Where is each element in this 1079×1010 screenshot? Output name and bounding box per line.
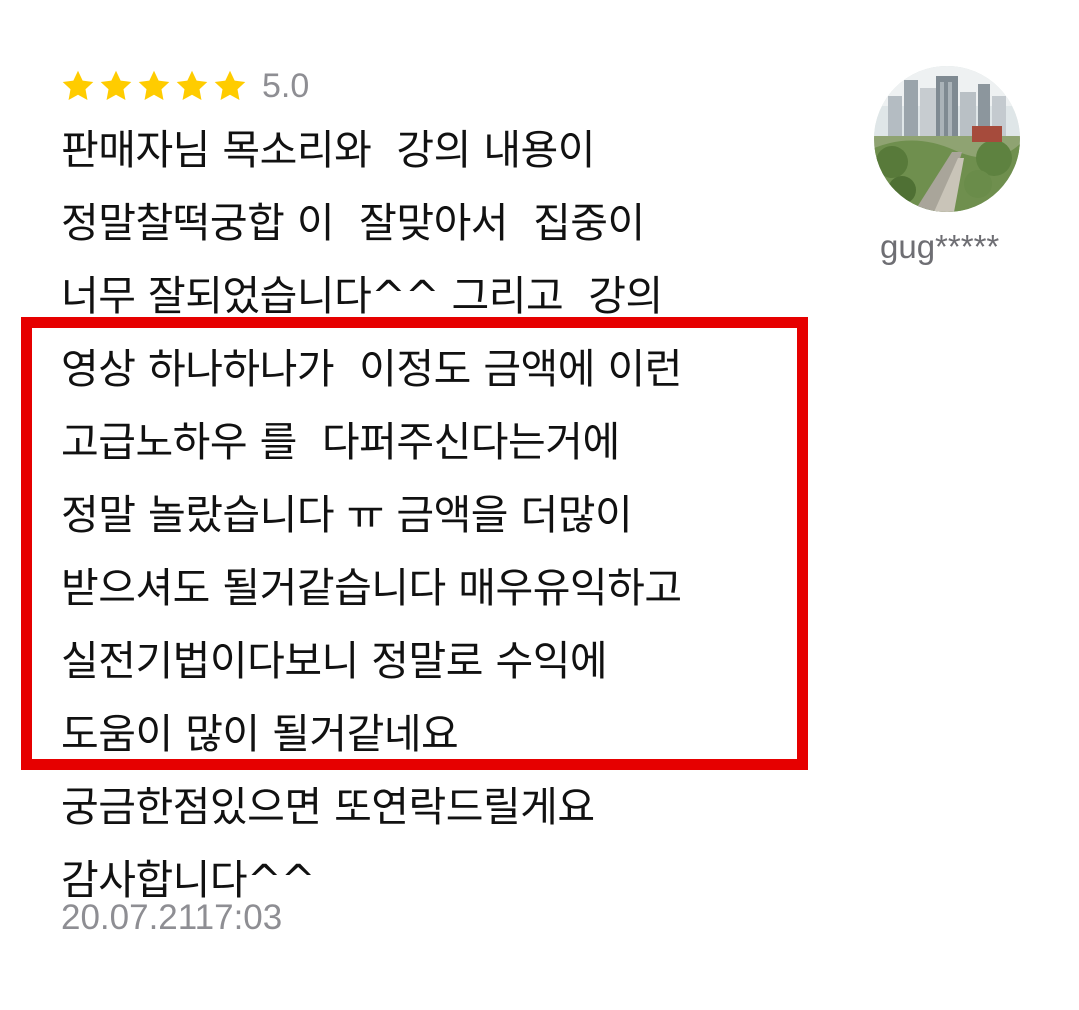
avatar[interactable]: [874, 66, 1020, 212]
star-icon: [100, 70, 132, 100]
review-line: 영상 하나하나가 이정도 금액에 이런: [61, 345, 682, 393]
star-icon: [138, 70, 170, 100]
avatar-cityscape-image: [874, 66, 1020, 212]
review-line: 고급노하우 를 다퍼주신다는거에: [61, 418, 620, 466]
review-line: 판매자님 목소리와 강의 내용이: [61, 126, 596, 174]
review-line: 궁금한점있으면 또연락드릴게요: [61, 783, 595, 831]
star-rating: [60, 68, 250, 104]
review-line: 받으셔도 될거같습니다 매우유익하고: [61, 564, 682, 612]
review-body: 판매자님 목소리와 강의 내용이 정말찰떡궁합 이 잘맞아서 집중이 너무 잘되…: [61, 118, 821, 921]
review-timestamp: 20.07.2117:03: [61, 898, 283, 937]
review-line: 정말찰떡궁합 이 잘맞아서 집중이: [61, 199, 645, 247]
review-card: 5.0 판매자님 목소리와 강의 내용이 정말찰떡궁합 이 잘맞아서 집중이 너…: [0, 0, 1079, 1010]
review-line: 정말 놀랐습니다 ㅠ 금액을 더많이: [61, 491, 633, 539]
star-icon: [176, 70, 208, 100]
rating-value: 5.0: [262, 66, 310, 105]
star-icon: [62, 70, 94, 100]
review-line: 실전기법이다보니 정말로 수익에: [61, 637, 608, 685]
rating-row: 5.0: [60, 62, 309, 110]
star-icon: [214, 70, 246, 100]
review-line: 도움이 많이 될거같네요: [61, 710, 459, 758]
reviewer-username[interactable]: gug*****: [880, 228, 999, 266]
review-line: 너무 잘되었습니다^^ 그리고 강의: [61, 272, 663, 320]
